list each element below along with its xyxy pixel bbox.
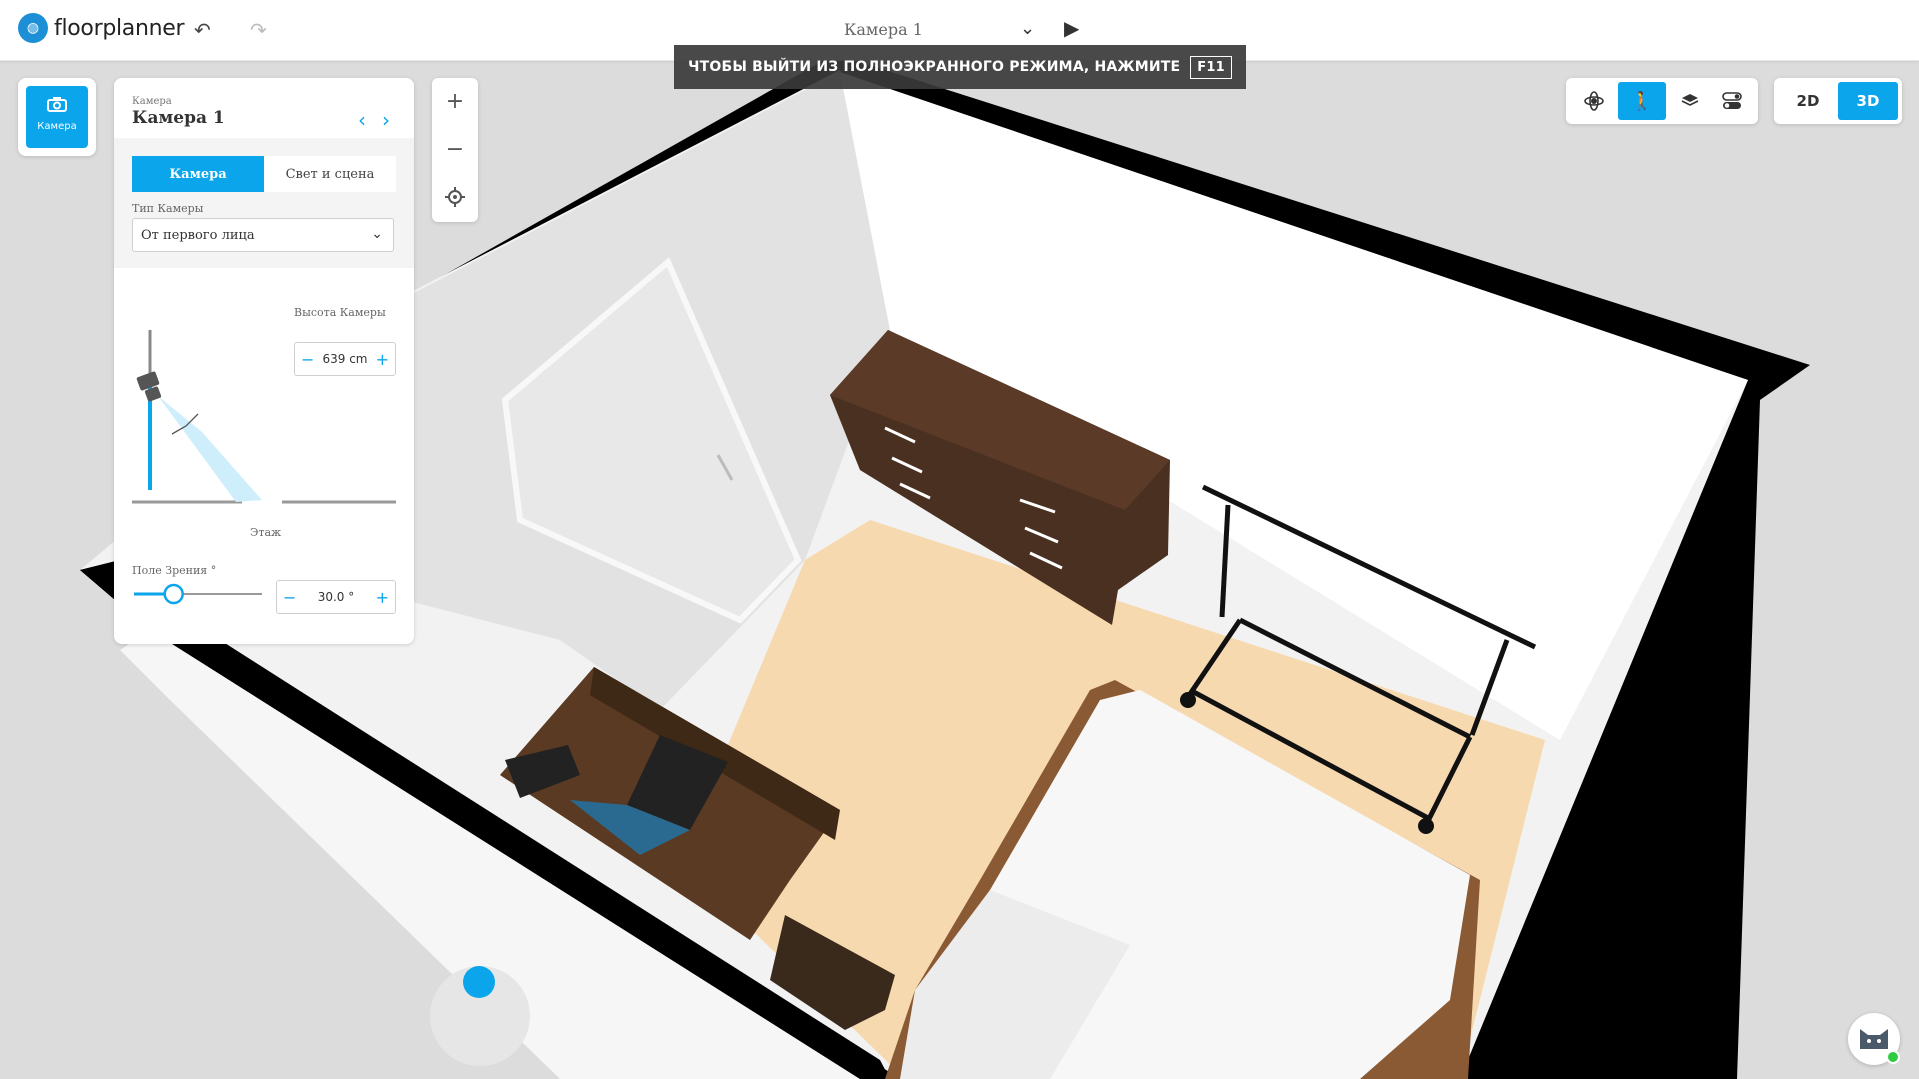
camera-type-select[interactable]: От первого лица ⌄ [132, 218, 394, 252]
chevron-down-icon: ⌄ [371, 226, 383, 242]
panel-title: Камера 1 [132, 108, 225, 128]
chevron-left-icon[interactable]: ‹ [358, 108, 366, 132]
2d-button[interactable]: 2D [1778, 82, 1838, 120]
zoom-out-button[interactable]: − [432, 126, 478, 172]
crosshair-icon [445, 187, 465, 207]
tab-camera[interactable]: Камера [132, 156, 264, 192]
panel-tabs: Камера Свет и сцена [132, 156, 396, 192]
joystick-knob[interactable] [463, 966, 495, 998]
camera-height-label: Высота Камеры [294, 306, 386, 319]
toggle-icon [1722, 92, 1742, 109]
orbit-icon [1584, 91, 1604, 111]
fullscreen-notice: ЧТОБЫ ВЫЙТИ ИЗ ПОЛНОЭКРАННОГО РЕЖИМА, НА… [674, 45, 1246, 89]
logo-text: floorplanner [54, 15, 185, 41]
minus-icon[interactable]: − [301, 350, 314, 369]
plus-icon[interactable]: + [376, 350, 389, 369]
settings-toggle-button[interactable] [1708, 82, 1756, 120]
play-icon[interactable]: ▶ [1064, 16, 1079, 40]
walk-icon: 🚶 [1630, 90, 1654, 112]
camera-icon [26, 96, 88, 117]
layers-icon [1681, 94, 1699, 106]
fov-value[interactable]: 30.0 ° [318, 590, 355, 604]
undo-icon[interactable]: ↶ [194, 18, 211, 42]
plus-icon: + [445, 88, 465, 114]
camera-panel: Камера Камера 1 ‹ › Камера Свет и сцена … [114, 78, 414, 644]
panel-subtitle: Камера [132, 96, 172, 107]
logo-icon: ◍ [18, 13, 48, 43]
fov-label: Поле Зрения ° [132, 564, 217, 577]
camera-tool-button[interactable]: Камера [26, 86, 88, 148]
fov-slider[interactable] [132, 582, 264, 606]
camera-height-stepper[interactable]: − 639 cm + [294, 342, 396, 376]
camera-height-value[interactable]: 639 cm [322, 352, 367, 366]
camera-tool-tile[interactable]: Камера [18, 78, 96, 156]
panel-header: Камера Камера 1 ‹ › [114, 78, 414, 138]
logo[interactable]: ◍ floorplanner [18, 13, 185, 43]
orbit-button[interactable] [1570, 82, 1618, 120]
camera-figure-icon [136, 371, 162, 402]
fov-stepper[interactable]: − 30.0 ° + [276, 580, 396, 614]
camera-selector-label[interactable]: Камера 1 [844, 20, 923, 39]
recenter-button[interactable] [432, 174, 478, 220]
walk-button[interactable]: 🚶 [1618, 82, 1666, 120]
3d-button[interactable]: 3D [1838, 82, 1898, 120]
zoom-controls: + − [432, 78, 478, 222]
chevron-right-icon[interactable]: › [382, 108, 390, 132]
panel-camera-section: Камера Свет и сцена Тип Камеры От первог… [114, 138, 414, 268]
fullscreen-key: F11 [1190, 55, 1232, 79]
minus-icon: − [445, 136, 465, 162]
layers-button[interactable] [1666, 82, 1714, 120]
tab-light-scene[interactable]: Свет и сцена [264, 156, 396, 192]
camera-height-diagram[interactable] [132, 300, 396, 510]
chevron-down-icon[interactable]: ⌄ [1020, 18, 1035, 39]
view-mode-toolbar: 🚶 [1566, 78, 1758, 124]
minus-icon[interactable]: − [283, 588, 296, 607]
redo-icon[interactable]: ↷ [250, 18, 267, 42]
floor-label: Этаж [250, 526, 282, 539]
fov-slider-thumb[interactable] [163, 583, 184, 605]
fullscreen-notice-text: ЧТОБЫ ВЫЙТИ ИЗ ПОЛНОЭКРАННОГО РЕЖИМА, НА… [688, 59, 1181, 75]
camera-view-cone [158, 396, 262, 502]
camera-type-value: От первого лица [141, 227, 255, 243]
plus-icon[interactable]: + [376, 588, 389, 607]
camera-tool-label: Камера [37, 121, 77, 132]
zoom-in-button[interactable]: + [432, 78, 478, 124]
online-status-dot [1886, 1050, 1900, 1064]
camera-type-label: Тип Камеры [132, 202, 204, 215]
dimension-toolbar: 2D 3D [1774, 78, 1902, 124]
